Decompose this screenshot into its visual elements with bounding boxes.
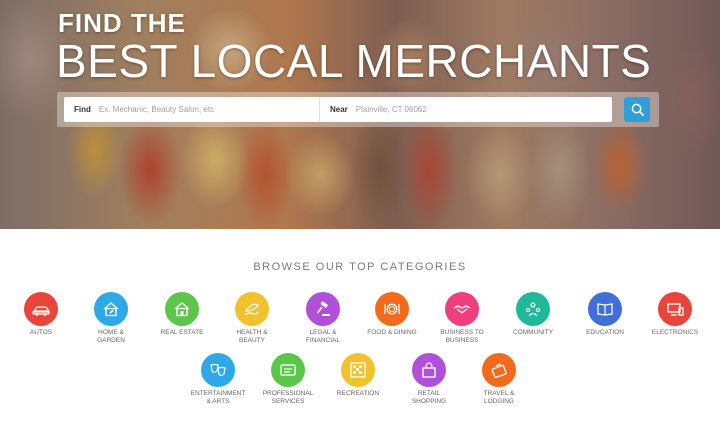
category-label[interactable]: REAL ESTATE [147, 329, 217, 337]
category-icon-circle[interactable] [412, 353, 446, 387]
shopping-bag-icon [422, 362, 436, 378]
category-item[interactable]: RETAIL SHOPPING [394, 353, 464, 406]
category-label[interactable]: RETAIL SHOPPING [394, 390, 464, 406]
book-icon [597, 303, 613, 316]
category-item[interactable]: AUTOS [6, 292, 76, 337]
category-label[interactable]: TRAVEL & LODGING [464, 390, 534, 406]
category-icon-circle[interactable] [588, 292, 622, 326]
search-bar: Find Near [64, 97, 612, 122]
category-label[interactable]: ELECTRONICS [640, 329, 710, 337]
handshake-icon [453, 305, 471, 314]
category-item[interactable]: LEGAL & FINANCIAL [288, 292, 358, 345]
category-icon-circle[interactable] [165, 292, 199, 326]
near-input[interactable] [355, 105, 556, 114]
category-icon-circle[interactable] [24, 292, 58, 326]
car-icon [32, 306, 51, 316]
category-item[interactable]: EDUCATION [570, 292, 640, 337]
leaf-hand-icon [244, 303, 260, 315]
category-item[interactable]: REAL ESTATE [147, 292, 217, 337]
category-label[interactable]: BUSINESS TO BUSINESS [427, 329, 497, 345]
category-label[interactable]: HOME & GARDEN [76, 329, 146, 345]
category-item[interactable]: FOOD & DINING [357, 292, 427, 337]
category-icon-circle[interactable] [306, 292, 340, 326]
search-panel: Find Near [57, 92, 659, 127]
category-icon-circle[interactable] [341, 353, 375, 387]
devices-icon [667, 303, 684, 316]
category-icon-circle[interactable] [482, 353, 516, 387]
suitcase-icon [491, 363, 507, 379]
near-label: Near [330, 105, 348, 114]
category-icon-circle[interactable] [516, 292, 550, 326]
category-label[interactable]: PROFESSIONAL SERVICES [253, 390, 323, 406]
category-label[interactable]: RECREATION [323, 390, 393, 398]
category-item[interactable]: ENTERTAINMENT & ARTS [183, 353, 253, 406]
find-segment: Find [64, 97, 320, 122]
category-item[interactable]: COMMUNITY [498, 292, 568, 337]
category-label[interactable]: AUTOS [6, 329, 76, 337]
category-label[interactable]: HEALTH & BEAUTY [217, 329, 287, 345]
category-icon-circle[interactable] [235, 292, 269, 326]
category-item[interactable]: TRAVEL & LODGING [464, 353, 534, 406]
categories-heading: BROWSE OUR TOP CATEGORIES [253, 261, 467, 273]
category-item[interactable]: PROFESSIONAL SERVICES [253, 353, 323, 406]
category-label[interactable]: COMMUNITY [498, 329, 568, 337]
plate-icon [384, 303, 400, 315]
find-input[interactable] [98, 105, 299, 114]
category-icon-circle[interactable] [375, 292, 409, 326]
gavel-icon [316, 301, 330, 316]
hero-banner: FIND THE BEST LOCAL MERCHANTS Find Near [0, 0, 720, 229]
find-label: Find [74, 105, 91, 114]
category-label[interactable]: EDUCATION [570, 329, 640, 337]
category-label[interactable]: ENTERTAINMENT & ARTS [183, 390, 253, 406]
building-icon [174, 302, 190, 317]
masks-icon [210, 363, 226, 377]
board-icon [350, 362, 366, 378]
category-label[interactable]: LEGAL & FINANCIAL [288, 329, 358, 345]
hero-title: BEST LOCAL MERCHANTS [56, 35, 652, 87]
category-item[interactable]: ELECTRONICS [640, 292, 710, 337]
house-icon [103, 302, 119, 317]
search-button[interactable] [624, 97, 650, 122]
category-icon-circle[interactable] [271, 353, 305, 387]
id-card-icon [280, 364, 296, 376]
category-label[interactable]: FOOD & DINING [357, 329, 427, 337]
category-icon-circle[interactable] [94, 292, 128, 326]
near-segment: Near [320, 97, 556, 122]
category-icon-circle[interactable] [201, 353, 235, 387]
category-item[interactable]: HEALTH & BEAUTY [217, 292, 287, 345]
people-icon [525, 302, 541, 317]
category-item[interactable]: HOME & GARDEN [76, 292, 146, 345]
search-icon [631, 103, 644, 116]
category-icon-circle[interactable] [658, 292, 692, 326]
category-item[interactable]: RECREATION [323, 353, 393, 398]
category-icon-circle[interactable] [445, 292, 479, 326]
category-item[interactable]: BUSINESS TO BUSINESS [427, 292, 497, 345]
